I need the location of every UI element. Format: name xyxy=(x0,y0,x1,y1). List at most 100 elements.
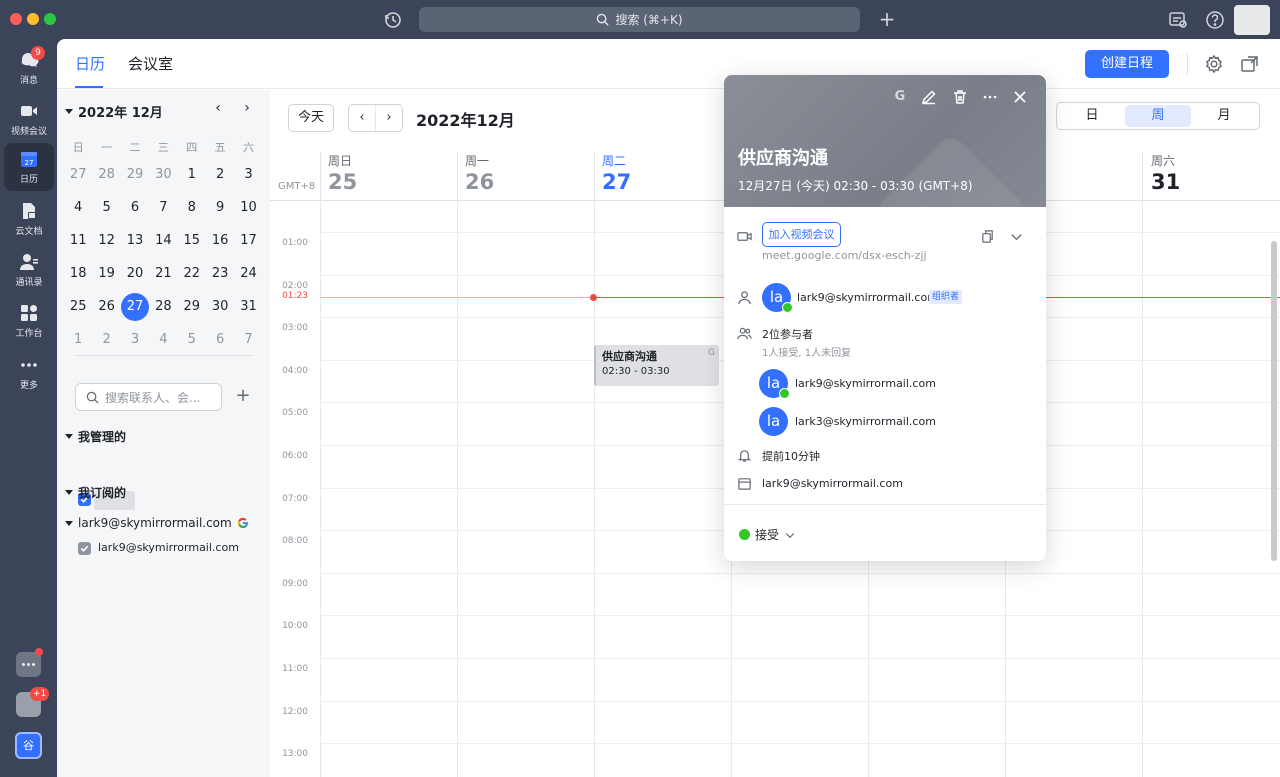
mini-calendar-day[interactable]: 15 xyxy=(178,233,206,248)
mini-calendar-day[interactable]: 28 xyxy=(92,167,120,182)
today-button[interactable]: 今天 xyxy=(288,104,334,132)
mini-calendar-day[interactable]: 28 xyxy=(149,299,177,314)
mini-calendar-title[interactable]: 2022年 12月 xyxy=(65,102,163,121)
mini-calendar-day[interactable]: 16 xyxy=(206,233,234,248)
next-week-button[interactable]: › xyxy=(375,105,402,131)
subscribed-calendars-header[interactable]: 我订阅的 xyxy=(65,484,126,501)
attendee-avatar[interactable]: la xyxy=(759,369,790,399)
close-window-button[interactable] xyxy=(10,13,22,25)
mini-next-month-button[interactable]: › xyxy=(239,100,255,116)
mini-calendar-day[interactable]: 26 xyxy=(92,299,120,314)
notification-center-icon[interactable] xyxy=(1167,9,1189,31)
mini-calendar-day[interactable]: 22 xyxy=(178,266,206,281)
help-icon[interactable] xyxy=(1204,9,1226,31)
day-header-mon[interactable]: 周一 26 xyxy=(465,152,494,194)
mini-calendar-day[interactable]: 10 xyxy=(234,200,262,215)
open-window-icon[interactable] xyxy=(1240,54,1260,74)
view-day-option[interactable]: 日 xyxy=(1059,105,1125,127)
day-header-sun[interactable]: 周日 25 xyxy=(328,152,357,194)
attendee-avatar[interactable]: la xyxy=(759,407,788,436)
mini-calendar-day[interactable]: 6 xyxy=(206,332,234,347)
mini-calendar-day[interactable]: 11 xyxy=(64,233,92,248)
zoom-window-button[interactable] xyxy=(44,13,56,25)
mini-calendar-day[interactable]: 3 xyxy=(121,332,149,347)
mini-calendar-day[interactable]: 7 xyxy=(234,332,262,347)
copy-icon[interactable] xyxy=(980,229,995,244)
new-plus-icon[interactable]: + xyxy=(876,8,898,30)
nav-video-meeting[interactable]: 视频会议 xyxy=(4,95,54,143)
mini-calendar-day[interactable]: 23 xyxy=(206,266,234,281)
mini-calendar-day[interactable]: 7 xyxy=(149,200,177,215)
mini-calendar-day[interactable]: 6 xyxy=(121,200,149,215)
mini-calendar-day[interactable]: 18 xyxy=(64,266,92,281)
edit-pencil-icon[interactable] xyxy=(920,88,938,106)
user-avatar[interactable] xyxy=(1234,5,1270,35)
tenant-switch-button[interactable]: 谷 xyxy=(15,732,42,759)
app-shortcut[interactable]: +1 xyxy=(16,687,50,717)
mini-calendar-day[interactable]: 3 xyxy=(234,167,262,182)
mini-calendar-day[interactable]: 31 xyxy=(234,299,262,314)
delete-trash-icon[interactable] xyxy=(951,88,969,106)
nav-docs[interactable]: 云文档 xyxy=(4,195,54,243)
close-icon[interactable] xyxy=(1011,88,1029,106)
more-dots-icon[interactable] xyxy=(981,88,999,106)
rsvp-dropdown[interactable]: 接受 xyxy=(739,526,796,543)
settings-gear-icon[interactable] xyxy=(1204,54,1224,74)
event-block[interactable]: 供应商沟通 02:30 - 03:30 G xyxy=(594,345,719,386)
nav-contacts[interactable]: 通讯录 xyxy=(4,246,54,294)
mini-calendar-day[interactable]: 1 xyxy=(64,332,92,347)
mini-calendar-day[interactable]: 4 xyxy=(64,200,92,215)
mini-calendar-day[interactable]: 20 xyxy=(121,266,149,281)
mini-calendar-day[interactable]: 2 xyxy=(206,167,234,182)
mini-calendar-day[interactable]: 1 xyxy=(178,167,206,182)
mini-calendar-day[interactable]: 24 xyxy=(234,266,262,281)
chevron-down-icon[interactable] xyxy=(1009,229,1024,244)
mini-calendar-day[interactable]: 29 xyxy=(121,167,149,182)
mini-calendar-day[interactable]: 5 xyxy=(92,200,120,215)
google-account-header[interactable]: lark9@skymirrormail.com xyxy=(65,516,249,530)
tab-calendar[interactable]: 日历 xyxy=(75,53,105,74)
organizer-avatar[interactable]: la xyxy=(762,283,793,313)
google-calendar-checkbox[interactable] xyxy=(78,542,91,555)
mini-calendar-day[interactable]: 25 xyxy=(64,299,92,314)
join-video-meeting-button[interactable]: 加入视频会议 xyxy=(762,222,841,247)
chat-app-shortcut[interactable] xyxy=(16,648,43,677)
view-month-option[interactable]: 月 xyxy=(1191,105,1257,127)
mini-calendar-day[interactable]: 13 xyxy=(121,233,149,248)
nav-workspace[interactable]: 工作台 xyxy=(4,297,54,345)
mini-prev-month-button[interactable]: ‹ xyxy=(210,100,226,116)
mini-calendar-day[interactable]: 30 xyxy=(206,299,234,314)
history-icon[interactable] xyxy=(382,9,404,31)
search-contacts-input[interactable]: 搜索联系人、会... xyxy=(75,383,222,411)
mini-calendar-day[interactable]: 27 xyxy=(64,167,92,182)
mini-calendar-day[interactable]: 21 xyxy=(149,266,177,281)
nav-more[interactable]: 更多 xyxy=(4,349,54,397)
minimize-window-button[interactable] xyxy=(27,13,39,25)
view-week-option[interactable]: 周 xyxy=(1125,105,1191,127)
add-calendar-button[interactable]: + xyxy=(233,386,253,406)
mini-calendar-day[interactable]: 9 xyxy=(206,200,234,215)
global-search[interactable]: 搜索 (⌘+K) xyxy=(419,7,860,32)
tab-meeting-rooms[interactable]: 会议室 xyxy=(128,53,173,74)
day-header-sat[interactable]: 周六 31 xyxy=(1151,152,1180,194)
mini-calendar-day[interactable]: 8 xyxy=(178,200,206,215)
nav-calendar[interactable]: 27 日历 xyxy=(4,143,54,191)
mini-calendar-day[interactable]: 12 xyxy=(92,233,120,248)
vertical-scrollbar[interactable] xyxy=(1271,241,1277,561)
mini-calendar-day[interactable]: 27 xyxy=(120,292,149,321)
mini-calendar-day[interactable]: 14 xyxy=(149,233,177,248)
mini-calendar-day[interactable]: 29 xyxy=(178,299,206,314)
managed-calendars-header[interactable]: 我管理的 xyxy=(65,428,126,445)
mini-calendar-day[interactable]: 19 xyxy=(92,266,120,281)
mini-calendar-day[interactable]: 4 xyxy=(149,332,177,347)
prev-week-button[interactable]: ‹ xyxy=(349,105,375,131)
mini-calendar-day[interactable]: 2 xyxy=(92,332,120,347)
contacts-icon xyxy=(20,254,38,270)
nav-messages[interactable]: 消息 9 xyxy=(4,44,54,92)
mini-calendar-day[interactable]: 30 xyxy=(149,167,177,182)
mini-calendar-day[interactable]: 5 xyxy=(178,332,206,347)
mini-calendar-day[interactable]: 17 xyxy=(234,233,262,248)
create-event-button[interactable]: 创建日程 xyxy=(1085,50,1169,78)
meeting-link[interactable]: meet.google.com/dsx-esch-zjj xyxy=(762,249,927,262)
day-header-tue[interactable]: 周二 27 xyxy=(602,152,631,194)
